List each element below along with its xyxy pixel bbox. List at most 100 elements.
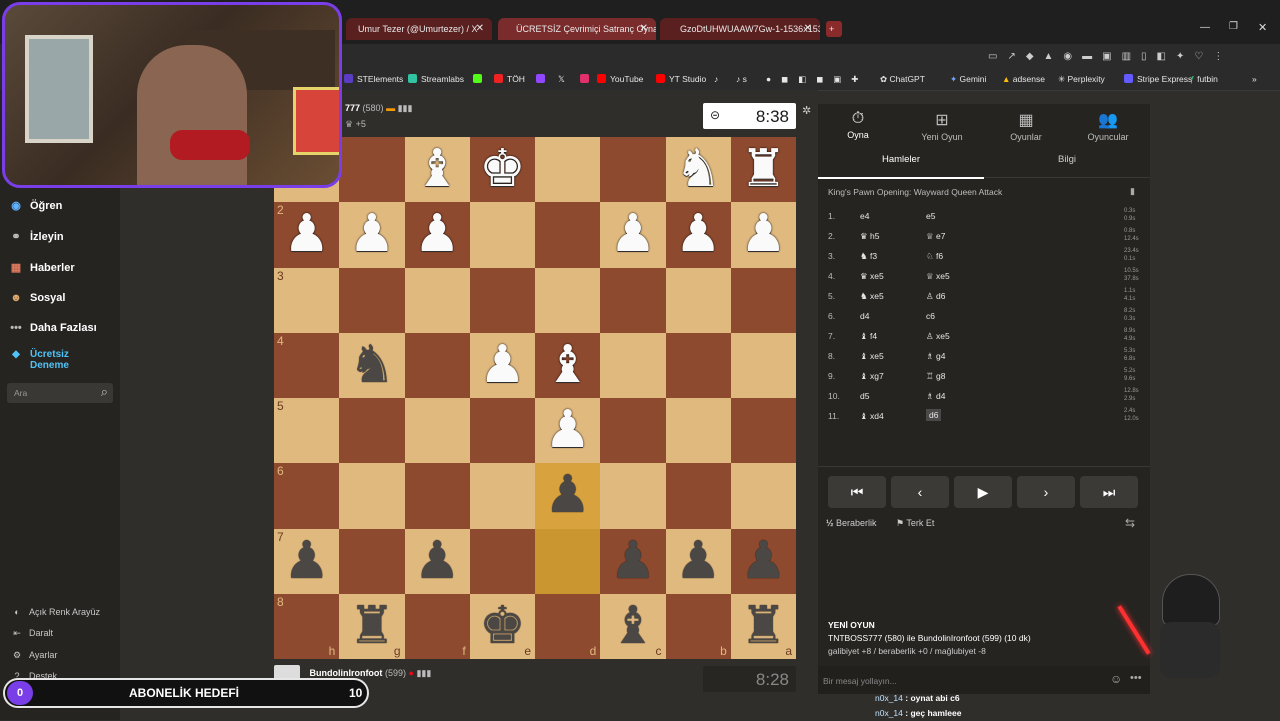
board-square[interactable]: ♟ [469, 332, 535, 398]
bookmark-adsense[interactable]: ▲ adsense [1002, 72, 1045, 86]
subtab-info[interactable]: Bilgi [984, 144, 1150, 178]
board-square[interactable] [600, 267, 666, 333]
book-icon[interactable]: ▮ [1130, 186, 1135, 197]
board-square[interactable] [535, 202, 601, 268]
board-square[interactable]: ♟ [339, 202, 405, 268]
subtab-moves[interactable]: Hamleler [818, 144, 984, 179]
black-move[interactable]: d6 [926, 409, 942, 421]
board-square[interactable] [339, 267, 405, 333]
board-square[interactable] [339, 398, 405, 464]
board-square[interactable] [469, 267, 535, 333]
close-window-icon[interactable]: ✕ [1258, 21, 1267, 34]
sidebar-item-news[interactable]: ▦ Haberler [8, 261, 75, 274]
white-move[interactable]: ♝ xe5 [860, 351, 884, 362]
chess-piece[interactable]: ♞ [675, 140, 722, 198]
flip-board-icon[interactable]: ⇆ [1125, 516, 1135, 530]
chess-piece[interactable]: ♜ [740, 140, 787, 198]
board-square[interactable] [535, 267, 601, 333]
black-move[interactable]: ♙ xe5 [926, 331, 950, 342]
chess-piece[interactable]: ♞ [349, 336, 396, 394]
board-square[interactable] [730, 398, 796, 464]
white-move[interactable]: ♞ xe5 [860, 291, 884, 302]
chess-piece[interactable]: ♟ [610, 532, 657, 590]
emoji-icon[interactable]: ☺ [1110, 672, 1122, 686]
chess-piece[interactable]: ♟ [740, 532, 787, 590]
board-square[interactable]: 2 ♟ [274, 202, 340, 268]
board-square[interactable] [665, 398, 731, 464]
bookmark-futbin[interactable]: ƒ futbin [1190, 72, 1218, 86]
board-square[interactable]: c ♝ [600, 593, 666, 659]
chess-piece[interactable]: ♜ [740, 597, 787, 655]
last-move-button[interactable]: ⏭ [1080, 476, 1138, 508]
bookmark-stelements[interactable]: STElements [344, 72, 403, 86]
board-square[interactable]: ♟ [600, 528, 666, 594]
board-square[interactable]: 8h [274, 593, 340, 659]
search-icon[interactable]: ⌕ [101, 384, 108, 400]
board-square[interactable]: ♟ [730, 528, 796, 594]
board-square[interactable]: ♟ [404, 202, 470, 268]
board-square[interactable]: 5 [274, 398, 340, 464]
first-move-button[interactable]: ⏮ [828, 476, 886, 508]
sidebar-item-free-trial[interactable]: ◆ Ücretsiz Deneme [8, 349, 108, 371]
chess-piece[interactable]: ♟ [610, 205, 657, 263]
chess-piece[interactable]: ♟ [675, 205, 722, 263]
chess-piece[interactable]: ♟ [479, 336, 526, 394]
board-square[interactable]: ♝ [404, 137, 470, 203]
search-box[interactable]: Ara ⌕ [7, 383, 113, 403]
board-square[interactable] [600, 463, 666, 529]
board-square[interactable] [730, 332, 796, 398]
resign-button[interactable]: ⚑ Terk Et [896, 518, 934, 529]
browser-tab[interactable]: Umur Tezer (@Umurtezer) / X ✕ [346, 18, 492, 40]
white-move[interactable]: ♝ xg7 [860, 371, 884, 382]
chess-piece[interactable]: ♟ [544, 401, 591, 459]
board-square[interactable]: ♝ [535, 332, 601, 398]
board-square[interactable] [600, 137, 666, 203]
play-button[interactable]: ▶ [954, 476, 1012, 508]
footer-settings[interactable]: ⚙ Ayarlar [10, 650, 57, 661]
board-square[interactable]: ♞ [665, 137, 731, 203]
black-move[interactable]: e5 [926, 211, 935, 221]
board-square[interactable] [665, 463, 731, 529]
bookmark-misc-icons[interactable]: ●◼◧◼▣✚ [766, 72, 868, 86]
black-move[interactable]: c6 [926, 311, 935, 321]
bookmark-tiktok-s[interactable]: ♪ s [736, 72, 747, 86]
bookmark-instagram[interactable] [580, 72, 593, 86]
black-move[interactable]: ♗ g4 [926, 351, 945, 362]
bookmark-toh[interactable]: TÖH [494, 72, 525, 86]
bookmark-perplexity[interactable]: ✳ Perplexity [1058, 72, 1105, 86]
board-square[interactable] [535, 528, 601, 594]
chess-piece[interactable]: ♟ [349, 205, 396, 263]
sidebar-item-social[interactable]: ☻ Sosyal [8, 292, 65, 304]
bookmark-yt-studio[interactable]: YT Studio [656, 72, 706, 86]
board-square[interactable]: ♟ [665, 528, 731, 594]
black-move[interactable]: ♗ d4 [926, 391, 945, 402]
white-move[interactable]: ♛ xe5 [860, 271, 884, 282]
new-tab-button[interactable]: + [826, 21, 842, 37]
white-move[interactable]: ♛ h5 [860, 231, 879, 242]
chess-piece[interactable]: ♚ [479, 597, 526, 655]
bookmark-tiktok[interactable]: ♪ [714, 72, 718, 86]
bookmark-streamlabs[interactable]: Streamlabs [408, 72, 464, 86]
board-square[interactable]: b [665, 593, 731, 659]
board-square[interactable] [404, 267, 470, 333]
board-settings-icon[interactable]: ✲ [802, 104, 811, 117]
black-move[interactable]: ♙ d6 [926, 291, 945, 302]
board-square[interactable]: a ♜ [730, 593, 796, 659]
bookmarks-more-button[interactable]: » [1252, 72, 1257, 86]
white-move[interactable]: ♝ xd4 [860, 411, 884, 422]
board-square[interactable]: ♟ [600, 202, 666, 268]
chess-piece[interactable]: ♟ [414, 205, 461, 263]
chess-board[interactable]: 1♝♚♞♜2♟♟♟♟♟♟34♞♟♝5♟6♟7♟♟♟♟♟8hg♜fe♚dc♝ba♜ [274, 137, 796, 659]
close-icon[interactable]: ✕ [804, 18, 812, 40]
tab-new-game[interactable]: ⊞ Yeni Oyun [902, 110, 982, 142]
chess-piece[interactable]: ♟ [675, 532, 722, 590]
board-square[interactable]: 6 [274, 463, 340, 529]
bookmark-twitch[interactable] [536, 72, 549, 86]
tab-games[interactable]: ▦ Oyunlar [986, 110, 1066, 142]
black-move[interactable]: ♕ xe5 [926, 271, 950, 282]
board-square[interactable] [730, 463, 796, 529]
sidebar-item-learn[interactable]: ◉ Öğren [8, 199, 62, 212]
chess-piece[interactable]: ♝ [544, 336, 591, 394]
maximize-icon[interactable]: ❐ [1229, 21, 1238, 32]
tab-play[interactable]: ⏱ Oyna [818, 110, 898, 140]
